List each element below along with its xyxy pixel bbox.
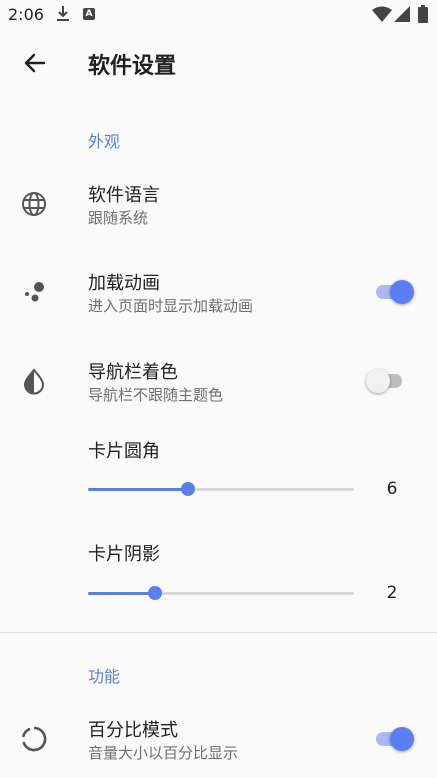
setting-navbar-color-title: 导航栏着色	[88, 362, 178, 383]
slider-knob[interactable]	[180, 482, 195, 496]
loading-animation-toggle[interactable]	[374, 278, 414, 306]
setting-navbar-color[interactable]: 导航栏着色 导航栏不跟随主题色	[0, 349, 437, 413]
cell-signal-icon	[394, 6, 410, 22]
circle-progress-icon	[21, 726, 47, 752]
contrast-icon	[23, 368, 45, 395]
card-radius-title: 卡片圆角	[88, 441, 160, 462]
card-radius-slider[interactable]	[88, 477, 354, 501]
wifi-icon	[372, 6, 392, 22]
setting-navbar-color-subtitle: 导航栏不跟随主题色	[88, 386, 224, 404]
status-time: 2:06	[8, 5, 44, 24]
setting-language-title: 软件语言	[88, 185, 160, 206]
setting-percent-mode-title: 百分比模式	[88, 720, 178, 741]
download-icon	[57, 6, 69, 21]
setting-loading-animation-title: 加载动画	[88, 273, 160, 294]
card-shadow-value: 2	[386, 583, 398, 603]
card-shadow-title: 卡片阴影	[88, 544, 160, 565]
setting-language[interactable]: 软件语言 跟随系统	[0, 172, 437, 236]
navbar-color-toggle[interactable]	[366, 367, 406, 395]
card-radius-value: 6	[386, 479, 398, 499]
setting-language-subtitle: 跟随系统	[88, 209, 149, 227]
toggle-thumb	[390, 727, 414, 751]
slider-fill	[88, 592, 155, 595]
globe-icon	[22, 192, 46, 216]
a-notification-icon: A	[83, 8, 95, 20]
setting-loading-animation[interactable]: 加载动画 进入页面时显示加载动画	[0, 260, 437, 324]
setting-loading-animation-subtitle: 进入页面时显示加载动画	[88, 297, 254, 315]
section-label-appearance: 外观	[88, 132, 121, 151]
slider-fill	[88, 488, 188, 491]
setting-percent-mode[interactable]: 百分比模式 音量大小以百分比显示	[0, 707, 437, 771]
setting-percent-mode-subtitle: 音量大小以百分比显示	[88, 744, 239, 762]
dots-icon	[25, 282, 44, 302]
card-shadow-slider[interactable]	[88, 581, 354, 605]
slider-knob[interactable]	[147, 586, 162, 600]
section-label-features: 功能	[88, 667, 121, 686]
toggle-thumb	[366, 369, 390, 393]
percent-mode-toggle[interactable]	[374, 725, 414, 753]
status-bar: 2:06 A	[0, 0, 437, 30]
toolbar: 软件设置	[0, 32, 437, 94]
section-divider	[0, 632, 437, 633]
toggle-thumb	[390, 280, 414, 304]
back-arrow-icon[interactable]	[18, 46, 52, 80]
battery-icon	[418, 5, 428, 23]
page-title: 软件设置	[88, 54, 177, 79]
